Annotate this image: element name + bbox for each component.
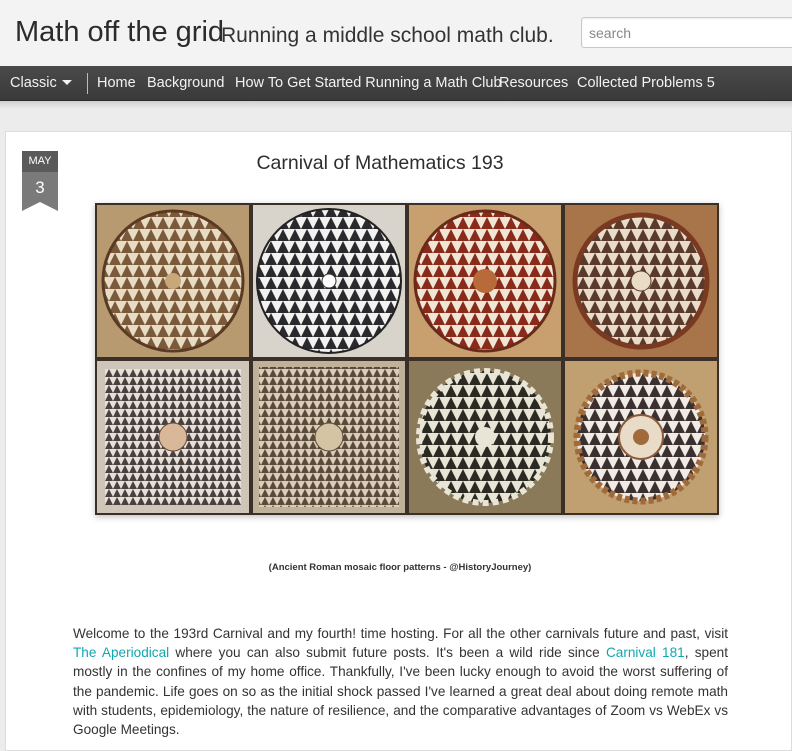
nav-link-home[interactable]: Home — [97, 66, 136, 101]
site-title[interactable]: Math off the grid — [15, 16, 224, 49]
nav-link-get-started[interactable]: How To Get Started Running a Math Club — [235, 66, 502, 101]
post-title[interactable]: Carnival of Mathematics 193 — [200, 152, 560, 175]
nav-shadow — [0, 101, 792, 109]
body-text-part: where you can also submit future posts. … — [169, 645, 606, 661]
image-caption: (Ancient Roman mosaic floor patterns - @… — [268, 562, 532, 573]
aperiodical-link[interactable]: The Aperiodical — [73, 645, 169, 660]
mosaic-graphic — [97, 205, 717, 513]
view-selector-label: Classic — [10, 75, 57, 91]
search-input[interactable] — [581, 17, 792, 48]
view-selector-dropdown[interactable]: Classic — [10, 66, 72, 101]
body-text-part: Welcome to the 193rd Carnival and my fou… — [73, 626, 728, 641]
main-navigation: Classic Home Background How To Get Start… — [0, 66, 792, 101]
site-description: Running a middle school math club. — [221, 24, 554, 47]
nav-link-background[interactable]: Background — [147, 66, 224, 101]
date-badge: MAY 3 — [22, 151, 58, 211]
nav-divider — [87, 73, 88, 94]
date-day-ribbon: 3 — [22, 172, 58, 211]
date-day: 3 — [35, 178, 45, 197]
post-body-paragraph: Welcome to the 193rd Carnival and my fou… — [73, 624, 728, 739]
carnival-181-link[interactable]: Carnival 181 — [606, 645, 685, 660]
date-month: MAY — [22, 151, 58, 172]
caret-down-icon — [61, 79, 72, 85]
nav-link-resources[interactable]: Resources — [499, 66, 568, 101]
site-header: Math off the grid Running a middle schoo… — [0, 0, 792, 66]
nav-link-collected-problems[interactable]: Collected Problems 5 — [577, 66, 715, 101]
roman-mosaic-image — [95, 203, 719, 515]
